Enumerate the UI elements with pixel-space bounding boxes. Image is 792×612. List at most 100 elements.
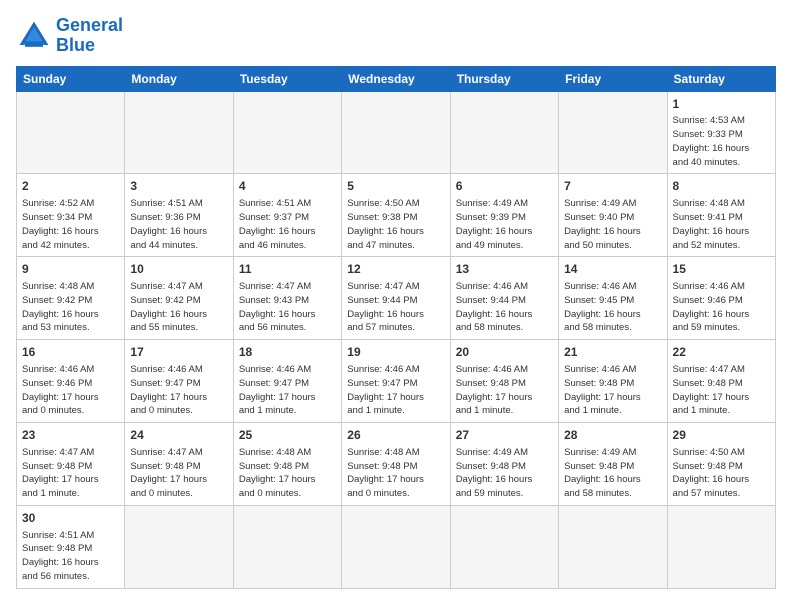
day-number: 9 [22,261,119,278]
calendar-cell: 7 Sunrise: 4:49 AM Sunset: 9:40 PM Daylig… [559,174,667,257]
day-info: Sunrise: 4:46 AM Sunset: 9:47 PM Dayligh… [347,363,444,418]
logo: GeneralBlue [16,16,123,56]
calendar-cell [667,505,775,588]
day-info: Sunrise: 4:46 AM Sunset: 9:46 PM Dayligh… [673,280,770,335]
weekday-header-row: SundayMondayTuesdayWednesdayThursdayFrid… [17,66,776,91]
calendar-cell: 16Sunrise: 4:46 AM Sunset: 9:46 PM Dayli… [17,340,125,423]
day-info: Sunrise: 4:47 AM Sunset: 9:43 PM Dayligh… [239,280,336,335]
day-number: 27 [456,427,553,444]
day-number: 8 [673,178,770,195]
calendar-week-row: 9 Sunrise: 4:48 AM Sunset: 9:42 PM Daylig… [17,257,776,340]
day-info: Sunrise: 4:47 AM Sunset: 9:48 PM Dayligh… [673,363,770,418]
calendar-cell [559,505,667,588]
calendar-cell: 25 Sunrise: 4:48 AM Sunset: 9:48 PM Dayli… [233,423,341,506]
day-info: Sunrise: 4:46 AM Sunset: 9:47 PM Dayligh… [130,363,227,418]
weekday-header-saturday: Saturday [667,66,775,91]
calendar-cell: 26Sunrise: 4:48 AM Sunset: 9:48 PM Dayli… [342,423,450,506]
day-number: 19 [347,344,444,361]
calendar-cell: 17 Sunrise: 4:46 AM Sunset: 9:47 PM Dayli… [125,340,233,423]
day-number: 28 [564,427,661,444]
logo-text: GeneralBlue [56,16,123,56]
weekday-header-tuesday: Tuesday [233,66,341,91]
day-info: Sunrise: 4:49 AM Sunset: 9:40 PM Dayligh… [564,197,661,252]
page-header: GeneralBlue [16,16,776,56]
calendar-cell [559,91,667,174]
calendar-cell: 5 Sunrise: 4:50 AM Sunset: 9:38 PM Daylig… [342,174,450,257]
day-number: 1 [673,96,770,113]
calendar-cell: 23Sunrise: 4:47 AM Sunset: 9:48 PM Dayli… [17,423,125,506]
calendar-cell: 12 Sunrise: 4:47 AM Sunset: 9:44 PM Dayli… [342,257,450,340]
calendar-cell: 30Sunrise: 4:51 AM Sunset: 9:48 PM Dayli… [17,505,125,588]
calendar-week-row: 30Sunrise: 4:51 AM Sunset: 9:48 PM Dayli… [17,505,776,588]
day-number: 16 [22,344,119,361]
day-number: 7 [564,178,661,195]
calendar-cell: 28 Sunrise: 4:49 AM Sunset: 9:48 PM Dayli… [559,423,667,506]
calendar-cell [125,505,233,588]
calendar-cell: 9 Sunrise: 4:48 AM Sunset: 9:42 PM Daylig… [17,257,125,340]
calendar-cell: 8 Sunrise: 4:48 AM Sunset: 9:41 PM Daylig… [667,174,775,257]
calendar-cell: 24Sunrise: 4:47 AM Sunset: 9:48 PM Dayli… [125,423,233,506]
day-info: Sunrise: 4:49 AM Sunset: 9:39 PM Dayligh… [456,197,553,252]
day-number: 10 [130,261,227,278]
day-number: 13 [456,261,553,278]
weekday-header-monday: Monday [125,66,233,91]
day-number: 12 [347,261,444,278]
day-info: Sunrise: 4:48 AM Sunset: 9:42 PM Dayligh… [22,280,119,335]
calendar-cell [17,91,125,174]
day-info: Sunrise: 4:49 AM Sunset: 9:48 PM Dayligh… [456,446,553,501]
day-number: 22 [673,344,770,361]
day-info: Sunrise: 4:51 AM Sunset: 9:36 PM Dayligh… [130,197,227,252]
day-info: Sunrise: 4:47 AM Sunset: 9:48 PM Dayligh… [130,446,227,501]
day-number: 5 [347,178,444,195]
day-info: Sunrise: 4:51 AM Sunset: 9:48 PM Dayligh… [22,529,119,584]
day-info: Sunrise: 4:46 AM Sunset: 9:45 PM Dayligh… [564,280,661,335]
calendar-cell: 19 Sunrise: 4:46 AM Sunset: 9:47 PM Dayli… [342,340,450,423]
calendar-cell: 10Sunrise: 4:47 AM Sunset: 9:42 PM Dayli… [125,257,233,340]
calendar-cell [450,91,558,174]
weekday-header-wednesday: Wednesday [342,66,450,91]
calendar-cell [233,505,341,588]
calendar-cell: 18Sunrise: 4:46 AM Sunset: 9:47 PM Dayli… [233,340,341,423]
day-info: Sunrise: 4:48 AM Sunset: 9:48 PM Dayligh… [239,446,336,501]
day-info: Sunrise: 4:50 AM Sunset: 9:48 PM Dayligh… [673,446,770,501]
day-info: Sunrise: 4:53 AM Sunset: 9:33 PM Dayligh… [673,114,770,169]
calendar-cell: 2 Sunrise: 4:52 AM Sunset: 9:34 PM Daylig… [17,174,125,257]
calendar-cell: 29Sunrise: 4:50 AM Sunset: 9:48 PM Dayli… [667,423,775,506]
calendar-cell [125,91,233,174]
day-number: 4 [239,178,336,195]
day-number: 2 [22,178,119,195]
calendar-cell [342,505,450,588]
calendar-cell: 20Sunrise: 4:46 AM Sunset: 9:48 PM Dayli… [450,340,558,423]
day-info: Sunrise: 4:47 AM Sunset: 9:44 PM Dayligh… [347,280,444,335]
weekday-header-sunday: Sunday [17,66,125,91]
day-number: 15 [673,261,770,278]
calendar-cell: 14 Sunrise: 4:46 AM Sunset: 9:45 PM Dayli… [559,257,667,340]
day-number: 21 [564,344,661,361]
day-number: 17 [130,344,227,361]
day-number: 14 [564,261,661,278]
calendar-cell: 22 Sunrise: 4:47 AM Sunset: 9:48 PM Dayli… [667,340,775,423]
day-info: Sunrise: 4:48 AM Sunset: 9:41 PM Dayligh… [673,197,770,252]
day-info: Sunrise: 4:51 AM Sunset: 9:37 PM Dayligh… [239,197,336,252]
day-number: 6 [456,178,553,195]
day-info: Sunrise: 4:46 AM Sunset: 9:44 PM Dayligh… [456,280,553,335]
calendar-table: SundayMondayTuesdayWednesdayThursdayFrid… [16,66,776,589]
day-number: 23 [22,427,119,444]
calendar-cell: 11Sunrise: 4:47 AM Sunset: 9:43 PM Dayli… [233,257,341,340]
calendar-cell: 13 Sunrise: 4:46 AM Sunset: 9:44 PM Dayli… [450,257,558,340]
calendar-cell: 6 Sunrise: 4:49 AM Sunset: 9:39 PM Daylig… [450,174,558,257]
logo-icon [16,18,52,54]
day-info: Sunrise: 4:50 AM Sunset: 9:38 PM Dayligh… [347,197,444,252]
calendar-week-row: 16Sunrise: 4:46 AM Sunset: 9:46 PM Dayli… [17,340,776,423]
weekday-header-friday: Friday [559,66,667,91]
calendar-cell: 27 Sunrise: 4:49 AM Sunset: 9:48 PM Dayli… [450,423,558,506]
day-number: 25 [239,427,336,444]
day-info: Sunrise: 4:49 AM Sunset: 9:48 PM Dayligh… [564,446,661,501]
calendar-cell: 1Sunrise: 4:53 AM Sunset: 9:33 PM Daylig… [667,91,775,174]
day-info: Sunrise: 4:52 AM Sunset: 9:34 PM Dayligh… [22,197,119,252]
calendar-week-row: 23 Sunrise: 4:47 AM Sunset: 9:48 PM Dayli… [17,423,776,506]
calendar-week-row: 2 Sunrise: 4:52 AM Sunset: 9:34 PM Daylig… [17,174,776,257]
calendar-cell [342,91,450,174]
day-info: Sunrise: 4:46 AM Sunset: 9:48 PM Dayligh… [564,363,661,418]
calendar-week-row: 1Sunrise: 4:53 AM Sunset: 9:33 PM Daylig… [17,91,776,174]
